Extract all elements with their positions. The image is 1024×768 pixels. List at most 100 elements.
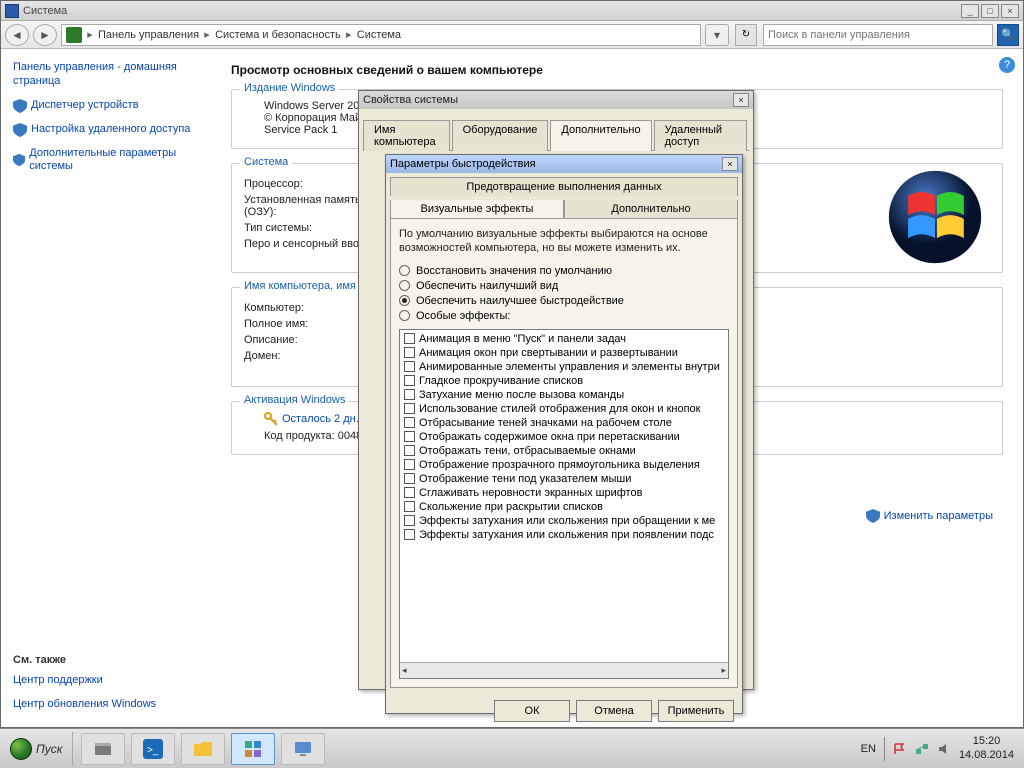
- checkbox-icon[interactable]: [404, 445, 415, 456]
- sidebar-link-advanced[interactable]: Дополнительные параметры системы: [13, 147, 199, 175]
- search-button[interactable]: 🔍: [997, 24, 1019, 46]
- see-also-update[interactable]: Центр обновления Windows: [13, 698, 199, 712]
- checkbox-icon[interactable]: [404, 347, 415, 358]
- props-titlebar[interactable]: Свойства системы ×: [359, 91, 753, 109]
- effect-row[interactable]: Анимация окон при свертывании и разверты…: [402, 346, 726, 360]
- search-input[interactable]: [764, 25, 992, 45]
- checkbox-icon[interactable]: [404, 473, 415, 484]
- effect-label: Анимация окон при свертывании и разверты…: [419, 347, 678, 359]
- checkbox-icon[interactable]: [404, 501, 415, 512]
- control-panel-icon: [66, 27, 82, 43]
- folder-icon: [193, 739, 213, 759]
- cancel-button[interactable]: Отмена: [576, 700, 652, 722]
- effects-list[interactable]: Анимация в меню "Пуск" и панели задачАни…: [399, 329, 729, 679]
- effect-row[interactable]: Сглаживать неровности экранных шрифтов: [402, 486, 726, 500]
- change-params-link[interactable]: Изменить параметры: [866, 509, 993, 523]
- tab-dep[interactable]: Предотвращение выполнения данных: [390, 177, 738, 196]
- apply-button[interactable]: Применить: [658, 700, 734, 722]
- effect-row[interactable]: Отображение тени под указателем мыши: [402, 472, 726, 486]
- props-close-button[interactable]: ×: [733, 93, 749, 107]
- effect-label: Анимированные элементы управления и элем…: [419, 361, 720, 373]
- lang-indicator[interactable]: EN: [861, 743, 876, 755]
- close-button[interactable]: ×: [1001, 4, 1019, 18]
- checkbox-icon[interactable]: [404, 333, 415, 344]
- clock[interactable]: 15:20 14.08.2014: [959, 735, 1014, 761]
- perf-title: Параметры быстродействия: [390, 158, 536, 170]
- checkbox-icon[interactable]: [404, 361, 415, 372]
- effect-row[interactable]: Эффекты затухания или скольжения при обр…: [402, 514, 726, 528]
- radio-label: Обеспечить наилучшее быстродействие: [416, 295, 624, 307]
- main-heading: Просмотр основных сведений о вашем компь…: [231, 63, 1003, 77]
- radio-option-0[interactable]: Восстановить значения по умолчанию: [399, 265, 729, 277]
- effect-row[interactable]: Анимированные элементы управления и элем…: [402, 360, 726, 374]
- checkbox-icon[interactable]: [404, 431, 415, 442]
- nav-back-button[interactable]: ◄: [5, 24, 29, 46]
- tab-visual-effects[interactable]: Визуальные эффекты: [390, 200, 564, 218]
- performance-options-dialog: Параметры быстродействия × Предотвращени…: [385, 154, 743, 714]
- refresh-button[interactable]: ↻: [735, 24, 757, 46]
- crumb-1[interactable]: Система и безопасность: [211, 29, 345, 41]
- checkbox-icon[interactable]: [404, 515, 415, 526]
- tab-advanced[interactable]: Дополнительно: [550, 120, 651, 151]
- sidebar-link-device-manager[interactable]: Диспетчер устройств: [13, 99, 199, 113]
- shield-icon: [13, 99, 27, 113]
- checkbox-icon[interactable]: [404, 459, 415, 470]
- system-tray: EN 15:20 14.08.2014: [851, 735, 1024, 761]
- ok-button[interactable]: ОК: [494, 700, 570, 722]
- perf-titlebar[interactable]: Параметры быстродействия ×: [386, 155, 742, 173]
- sidebar-link-remote[interactable]: Настройка удаленного доступа: [13, 123, 199, 137]
- effect-row[interactable]: Отображать тени, отбрасываемые окнами: [402, 444, 726, 458]
- search-box[interactable]: [763, 24, 993, 46]
- taskbar-server-manager[interactable]: [81, 733, 125, 765]
- taskbar-control-panel[interactable]: [231, 733, 275, 765]
- tab-remote[interactable]: Удаленный доступ: [654, 120, 747, 151]
- tray-flag-icon[interactable]: [893, 742, 907, 756]
- checkbox-icon[interactable]: [404, 389, 415, 400]
- see-also-header: См. также: [13, 654, 199, 666]
- taskbar-powershell[interactable]: >_: [131, 733, 175, 765]
- effect-row[interactable]: Гладкое прокручивание списков: [402, 374, 726, 388]
- minimize-button[interactable]: _: [961, 4, 979, 18]
- effect-row[interactable]: Отображение прозрачного прямоугольника в…: [402, 458, 726, 472]
- tray-network-icon[interactable]: [915, 742, 929, 756]
- effect-label: Отображение прозрачного прямоугольника в…: [419, 459, 700, 471]
- maximize-button[interactable]: □: [981, 4, 999, 18]
- radio-option-3[interactable]: Особые эффекты:: [399, 310, 729, 322]
- perf-hint: По умолчанию визуальные эффекты выбирают…: [399, 227, 729, 256]
- effect-row[interactable]: Отбрасывание теней значками на рабочем с…: [402, 416, 726, 430]
- perf-close-button[interactable]: ×: [722, 157, 738, 171]
- tab-computer-name[interactable]: Имя компьютера: [363, 120, 450, 151]
- tab-advanced-perf[interactable]: Дополнительно: [564, 200, 738, 218]
- effect-row[interactable]: Скольжение при раскрытии списков: [402, 500, 726, 514]
- checkbox-icon[interactable]: [404, 403, 415, 414]
- radio-option-1[interactable]: Обеспечить наилучший вид: [399, 280, 729, 292]
- checkbox-icon[interactable]: [404, 375, 415, 386]
- effect-row[interactable]: Использование стилей отображения для око…: [402, 402, 726, 416]
- effect-row[interactable]: Затухание меню после вызова команды: [402, 388, 726, 402]
- effect-row[interactable]: Анимация в меню "Пуск" и панели задач: [402, 332, 726, 346]
- see-also-support[interactable]: Центр поддержки: [13, 674, 199, 688]
- breadcrumb-dropdown-button[interactable]: ▾: [705, 24, 729, 46]
- sidebar-home-link[interactable]: Панель управления - домашняя страница: [13, 61, 199, 89]
- crumb-2[interactable]: Система: [353, 29, 405, 41]
- effect-row[interactable]: Эффекты затухания или скольжения при поя…: [402, 528, 726, 542]
- taskbar-system[interactable]: [281, 733, 325, 765]
- start-button[interactable]: Пуск: [0, 732, 73, 766]
- breadcrumb[interactable]: ▸ Панель управления ▸ Система и безопасн…: [61, 24, 701, 46]
- tab-hardware[interactable]: Оборудование: [452, 120, 549, 151]
- radio-icon: [399, 280, 410, 291]
- effect-row[interactable]: Отображать содержимое окна при перетаски…: [402, 430, 726, 444]
- taskbar-explorer[interactable]: [181, 733, 225, 765]
- effects-hscrollbar[interactable]: ◂▸: [400, 662, 728, 678]
- nav-forward-button[interactable]: ►: [33, 24, 57, 46]
- checkbox-icon[interactable]: [404, 487, 415, 498]
- windows-logo: [887, 169, 983, 265]
- server-icon: [93, 739, 113, 759]
- tray-sound-icon[interactable]: [937, 742, 951, 756]
- props-title: Свойства системы: [363, 94, 458, 106]
- crumb-0[interactable]: Панель управления: [94, 29, 203, 41]
- checkbox-icon[interactable]: [404, 529, 415, 540]
- checkbox-icon[interactable]: [404, 417, 415, 428]
- radio-option-2[interactable]: Обеспечить наилучшее быстродействие: [399, 295, 729, 307]
- effect-label: Использование стилей отображения для око…: [419, 403, 700, 415]
